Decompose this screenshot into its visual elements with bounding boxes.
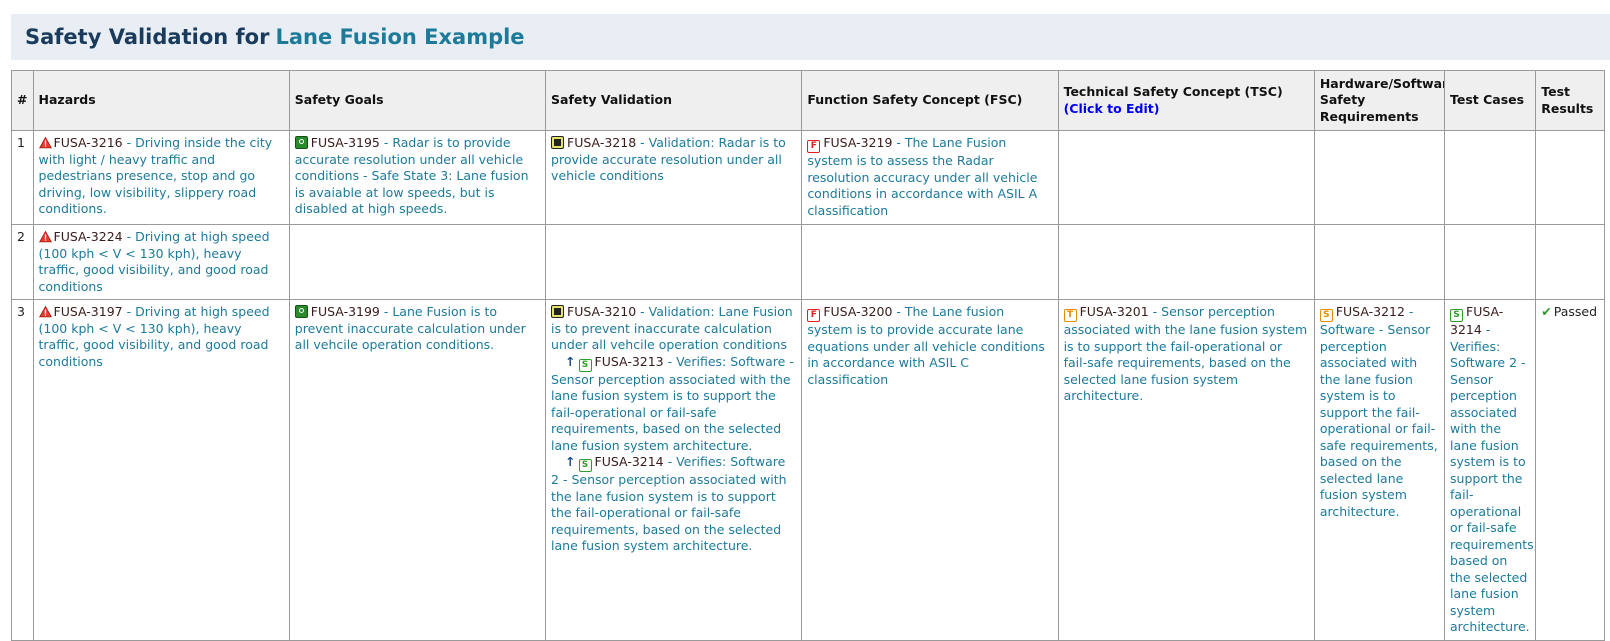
up-arrow-icon: ↑: [565, 454, 576, 469]
warning-triangle-icon: [38, 305, 52, 318]
hazard-link[interactable]: FUSA-3216: [54, 135, 123, 150]
project-link[interactable]: Lane Fusion Example: [275, 25, 524, 49]
F-badge-icon: F: [807, 140, 821, 153]
table-row: 2 FUSA-3224 - Driving at high speed (100…: [11, 224, 1605, 300]
result-cell: [1535, 130, 1605, 225]
S-badge-icon: S: [1319, 309, 1333, 322]
col-header-tsc-label: Technical Safety Concept (TSC): [1063, 84, 1283, 99]
goal-link[interactable]: FUSA-3199: [311, 304, 380, 319]
verifies-link[interactable]: FUSA-3213: [595, 354, 664, 369]
col-header-tsc: Technical Safety Concept (TSC) (Click to…: [1057, 70, 1315, 131]
hwsw-cell: [1313, 224, 1446, 300]
verifies-link[interactable]: FUSA-3214: [595, 454, 664, 469]
validation-link[interactable]: FUSA-3210: [567, 304, 636, 319]
validation-link[interactable]: FUSA-3218: [567, 135, 636, 150]
validation-cell: FUSA-3218 - Validation: Radar is to prov…: [545, 130, 803, 225]
goal-cell: FUSA-3195 - Radar is to provide accurate…: [288, 130, 547, 225]
fsc-link[interactable]: FUSA-3200: [823, 304, 892, 319]
col-header-hwsw: Hardware/Software Safety Requirements: [1313, 70, 1446, 131]
validation-cell: [545, 224, 803, 300]
col-header-num: #: [11, 70, 34, 131]
col-header-hazards: Hazards: [32, 70, 290, 131]
hazard-link[interactable]: FUSA-3224: [54, 229, 123, 244]
hwsw-link[interactable]: FUSA-3212: [1336, 304, 1405, 319]
fsc-cell: F FUSA-3219 - The Lane Fusion system is t…: [801, 130, 1059, 225]
up-arrow-icon: ↑: [565, 353, 576, 369]
hwsw-cell: [1313, 130, 1446, 225]
hazard-link[interactable]: FUSA-3197: [54, 304, 123, 319]
col-header-fsc: Function Safety Concept (FSC): [801, 70, 1059, 131]
table-row: 1 FUSA-3216 - Driving inside the city wi…: [11, 130, 1605, 225]
title-bar: Safety Validation for Lane Fusion Example: [11, 14, 1610, 60]
row-number: 1: [11, 130, 34, 225]
S-badge-icon: S: [578, 358, 592, 372]
test-result: Passed: [1553, 304, 1598, 319]
validation-icon: [551, 136, 565, 149]
goal-link[interactable]: FUSA-3195: [311, 135, 380, 150]
row-number: 2: [11, 224, 34, 300]
safety-goal-icon: [294, 136, 308, 149]
tsc-cell[interactable]: [1057, 224, 1315, 300]
page-title-text: Safety Validation for: [25, 25, 270, 49]
test-description[interactable]: - Verifies: Software 2 - Sensor percepti…: [1450, 322, 1535, 634]
page-title: Safety Validation for Lane Fusion Example: [25, 25, 525, 49]
safety-goal-icon: [294, 305, 308, 318]
col-header-goals: Safety Goals: [288, 70, 547, 131]
checkmark-icon: ✔: [1541, 304, 1552, 319]
hazard-cell: FUSA-3216 - Driving inside the city with…: [32, 130, 290, 225]
test-cell: [1444, 224, 1537, 300]
tsc-cell[interactable]: [1057, 130, 1315, 225]
F-badge-icon: F: [807, 309, 821, 322]
col-header-tests: Test Cases: [1444, 70, 1537, 131]
col-header-validation: Safety Validation: [545, 70, 803, 131]
fsc-cell: [801, 224, 1059, 300]
tsc-edit-link[interactable]: (Click to Edit): [1064, 101, 1309, 118]
verifies-item: ↑ S FUSA-3213 - Verifies: Software - Senso…: [551, 354, 796, 455]
tsc-link[interactable]: FUSA-3201: [1080, 304, 1149, 319]
S-badge-icon: S: [1450, 309, 1464, 322]
safety-validation-table: # Hazards Safety Goals Safety Validation…: [11, 70, 1605, 641]
hazard-cell: FUSA-3224 - Driving at high speed (100 k…: [32, 224, 290, 300]
verifies-item: ↑ S FUSA-3214 - Verifies: Software 2 - Sen…: [551, 454, 796, 555]
T-badge-icon: T: [1063, 309, 1077, 322]
goal-cell: [288, 224, 547, 300]
test-cell: [1444, 130, 1537, 225]
col-header-results: Test Results: [1535, 70, 1605, 131]
fsc-link[interactable]: FUSA-3219: [823, 135, 892, 150]
header-row: # Hazards Safety Goals Safety Validation…: [11, 70, 1605, 131]
validation-icon: [551, 305, 565, 318]
S-badge-icon: S: [578, 459, 592, 472]
warning-triangle-icon: [38, 136, 52, 149]
result-cell: [1535, 224, 1605, 300]
hwsw-description[interactable]: - Software - Sensor perception associate…: [1320, 304, 1438, 519]
warning-triangle-icon: [38, 230, 52, 243]
